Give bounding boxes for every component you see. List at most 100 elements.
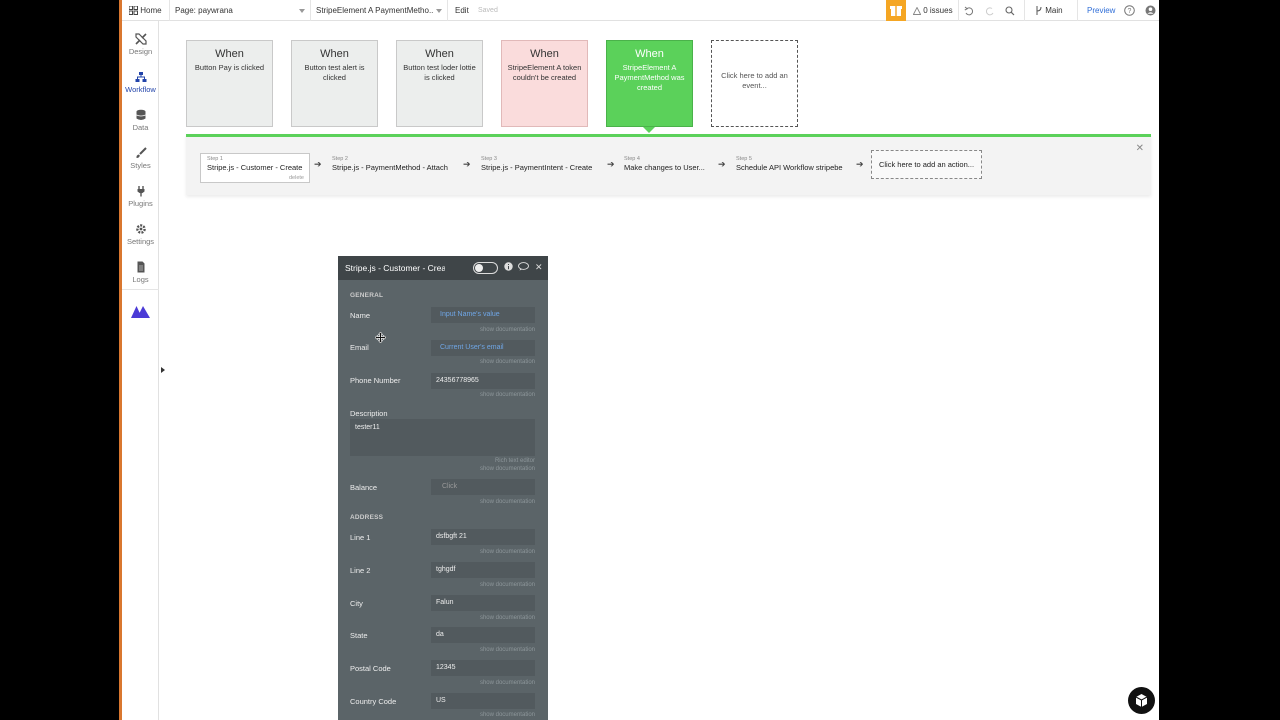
show-documentation-link[interactable]: show documentation (480, 499, 535, 505)
step-2[interactable]: Step 2 Stripe.js - PaymentMethod - Attac… (332, 153, 448, 183)
nav-settings[interactable]: Settings (122, 216, 159, 254)
branch-selector[interactable]: Main (1035, 0, 1063, 21)
home-label: Home (140, 6, 162, 15)
home-button[interactable]: Home (129, 0, 162, 21)
workflow-icon (135, 72, 146, 82)
selected-event-pointer (643, 127, 655, 133)
country-code-field[interactable]: US (431, 693, 535, 709)
divider (447, 0, 448, 21)
redo-button[interactable] (985, 0, 995, 21)
nav-styles[interactable]: Styles (122, 140, 159, 178)
nav-workflow[interactable]: Workflow (122, 64, 159, 102)
close-icon[interactable]: ✕ (535, 262, 543, 273)
nav-data[interactable]: Data (122, 102, 159, 140)
editor-header[interactable]: Stripe.js - Customer - Create ✕ (338, 256, 548, 280)
balance-field[interactable]: Click (431, 479, 535, 495)
arrow-right-icon: ➔ (463, 159, 471, 169)
step-4[interactable]: Step 4 Make changes to User... (624, 153, 705, 183)
line1-field[interactable]: dsfbgft 21 (431, 529, 535, 545)
event-card-error[interactable]: When StripeElement A token couldn't be c… (501, 40, 588, 127)
redo-icon (985, 7, 994, 16)
show-documentation-link[interactable]: show documentation (480, 680, 535, 686)
description-field[interactable]: tester11 (350, 419, 535, 456)
show-documentation-link[interactable]: show documentation (480, 647, 535, 653)
branch-icon (1036, 6, 1042, 16)
help-icon: ? (1124, 5, 1135, 17)
step-5[interactable]: Step 5 Schedule API Workflow stripebe (736, 153, 843, 183)
show-documentation-link[interactable]: show documentation (480, 392, 535, 398)
show-documentation-link[interactable]: show documentation (480, 359, 535, 365)
state-field[interactable]: da (431, 627, 535, 643)
show-documentation-link[interactable]: show documentation (480, 712, 535, 718)
privacy-toggle[interactable] (473, 262, 498, 274)
workflow-steps: ✕ Step 1 Stripe.js - Customer - Create d… (186, 134, 1151, 195)
field-label: Phone Number (350, 376, 401, 385)
chevron-down-icon (436, 9, 442, 13)
add-event-button[interactable]: Click here to add an event... (711, 40, 798, 127)
issues-indicator[interactable]: 0 issues (913, 0, 953, 21)
field-label: Email (350, 343, 369, 352)
delete-step-link[interactable]: delete (289, 175, 304, 181)
event-card[interactable]: When Button test loder lottie is clicked (396, 40, 483, 127)
move-cursor-icon (375, 332, 386, 343)
line2-field[interactable]: tghgdf (431, 562, 535, 578)
edit-menu[interactable]: Edit (455, 0, 469, 21)
section-general: GENERAL (350, 292, 384, 299)
chevron-down-icon (299, 9, 305, 13)
account-button[interactable] (1145, 0, 1156, 21)
gear-icon (135, 224, 146, 234)
floating-help-button[interactable] (1128, 687, 1155, 714)
divider (1077, 0, 1078, 21)
nav-plugins[interactable]: Plugins (122, 178, 159, 216)
field-label: Postal Code (350, 664, 391, 673)
event-card[interactable]: When Button test alert is clicked (291, 40, 378, 127)
show-documentation-link[interactable]: show documentation (480, 615, 535, 621)
show-documentation-link[interactable]: show documentation (480, 466, 535, 472)
top-bar: Home Page: paywrana StripeElement A Paym… (122, 0, 1159, 21)
element-selector[interactable]: StripeElement A PaymentMetho... (316, 0, 442, 21)
phone-field[interactable]: 24356778965 (431, 373, 535, 389)
divider (122, 289, 159, 290)
arrow-right-icon: ➔ (314, 159, 322, 169)
event-card[interactable]: When Button Pay is clicked (186, 40, 273, 127)
show-documentation-link[interactable]: show documentation (480, 582, 535, 588)
undo-button[interactable] (964, 0, 974, 21)
bubble-editor: Home Page: paywrana StripeElement A Paym… (122, 0, 1159, 720)
left-nav: Design Workflow Data Styles Plugins Sett… (122, 21, 159, 720)
postal-code-field[interactable]: 12345 (431, 660, 535, 676)
page-selector[interactable]: Page: paywrana (175, 0, 307, 21)
gift-button[interactable] (886, 0, 906, 21)
divider (310, 0, 311, 21)
divider (958, 0, 959, 21)
name-field[interactable]: Input Name's value (431, 307, 535, 323)
expand-panel-arrow[interactable] (161, 367, 165, 373)
element-label: StripeElement A PaymentMetho... (316, 6, 433, 15)
field-label: Line 1 (350, 533, 371, 542)
show-documentation-link[interactable]: show documentation (480, 327, 535, 333)
edit-label: Edit (455, 6, 469, 15)
data-icon (135, 109, 146, 120)
divider (169, 0, 170, 21)
help-button[interactable]: ? (1124, 0, 1135, 21)
rich-text-editor-link[interactable]: Rich text editor (495, 458, 535, 464)
comment-icon[interactable] (518, 262, 529, 273)
divider (1024, 0, 1025, 21)
info-icon[interactable] (504, 262, 513, 273)
plug-icon (137, 186, 144, 197)
city-field[interactable]: Falun (431, 595, 535, 611)
preview-button[interactable]: Preview (1087, 0, 1115, 21)
step-3[interactable]: Step 3 Stripe.js - PaymentIntent - Creat… (481, 153, 592, 183)
nav-design[interactable]: Design (122, 26, 159, 64)
show-documentation-link[interactable]: show documentation (480, 549, 535, 555)
close-icon[interactable]: ✕ (1136, 143, 1144, 154)
nav-logs[interactable]: Logs (122, 254, 159, 292)
bubble-logo[interactable] (131, 305, 150, 323)
arrow-right-icon: ➔ (718, 159, 726, 169)
search-button[interactable] (1005, 0, 1015, 21)
arrow-right-icon: ➔ (607, 159, 615, 169)
email-field[interactable]: Current User's email (431, 340, 535, 356)
event-card-selected[interactable]: When StripeElement A PaymentMethod was c… (606, 40, 693, 127)
step-1[interactable]: Step 1 Stripe.js - Customer - Create del… (200, 153, 310, 183)
add-action-button[interactable]: Click here to add an action... (871, 150, 982, 179)
gift-icon (890, 6, 902, 16)
